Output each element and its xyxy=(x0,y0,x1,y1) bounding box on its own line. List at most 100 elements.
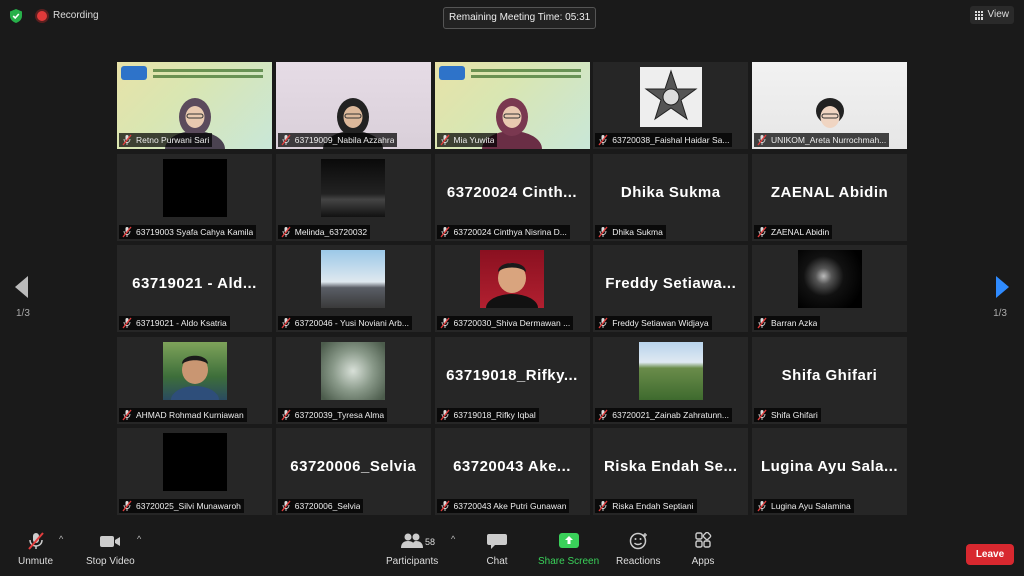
share-screen-button[interactable]: Share Screen xyxy=(538,532,599,567)
participant-name-label: 63719003 Syafa Cahya Kamila xyxy=(136,226,254,237)
muted-microphone-icon xyxy=(757,226,767,237)
participant-tile[interactable]: 63719003 Syafa Cahya Kamila xyxy=(117,153,272,241)
participants-options-caret-icon[interactable]: ^ xyxy=(451,534,455,544)
participant-tile[interactable]: 63719018_Rifky... 63719018_Rifky Iqbal xyxy=(434,336,590,424)
muted-microphone-icon xyxy=(598,409,608,420)
participant-nameplate: Dhika Sukma xyxy=(595,224,666,239)
profile-picture xyxy=(638,341,703,400)
participant-name-label: 63720046 - Yusi Noviani Arb... xyxy=(294,318,409,328)
muted-microphone-icon xyxy=(757,134,767,146)
participant-tile[interactable]: AHMAD Rohmad Kurniawan xyxy=(117,336,272,424)
participant-tile[interactable]: 63720046 - Yusi Noviani Arb... xyxy=(275,245,431,332)
apps-label: Apps xyxy=(691,556,715,567)
profile-picture xyxy=(797,250,862,308)
unmute-label: Unmute xyxy=(18,556,54,567)
participant-nameplate: 63719018_Rifky Iqbal xyxy=(436,407,539,422)
participant-name-label: 63720039_Tyresa Alma xyxy=(294,409,385,420)
participant-tile[interactable]: Dhika Sukma Dhika Sukma xyxy=(593,153,749,241)
participant-nameplate: 63720046 - Yusi Noviani Arb... xyxy=(277,316,412,330)
participant-name-label: Riska Endah Septiani xyxy=(612,501,694,511)
muted-microphone-icon xyxy=(281,317,291,329)
participant-name-label: 63720043 Ake Putri Gunawan xyxy=(453,501,567,511)
participant-nameplate: Melinda_63720032 xyxy=(277,224,371,239)
stop-video-button[interactable]: Stop Video xyxy=(86,532,135,567)
participant-name-label: 63720021_Zainab Zahratunn... xyxy=(612,409,729,420)
participant-tile[interactable]: 63720021_Zainab Zahratunn... xyxy=(593,336,749,424)
participant-tile[interactable]: ZAENAL Abidin ZAENAL Abidin xyxy=(752,153,907,241)
participant-tile[interactable]: 63720024 Cinth... 63720024 Cinthya Nisrin… xyxy=(434,153,590,241)
leave-button[interactable]: Leave xyxy=(966,544,1014,565)
participant-nameplate: ZAENAL Abidin xyxy=(754,224,833,239)
reactions-label: Reactions xyxy=(616,556,661,567)
participants-label: Participants xyxy=(386,556,439,567)
participant-tile[interactable]: 63720030_Shiva Dermawan ... xyxy=(434,245,590,332)
participant-nameplate: 63720024 Cinthya Nisrina D... xyxy=(436,224,570,239)
participant-nameplate: Riska Endah Septiani xyxy=(595,499,697,513)
participant-tile[interactable]: Mia Yuwita xyxy=(434,62,590,149)
participant-tile[interactable]: 63720043 Ake... 63720043 Ake Putri Gunawa… xyxy=(434,428,590,515)
participant-nameplate: 63720038_Faishal Haidar Sa... xyxy=(595,133,733,147)
apps-button[interactable]: Apps xyxy=(691,532,715,567)
participant-nameplate: 63719021 - Aldo Ksatria xyxy=(119,316,230,330)
participant-tile[interactable]: Retno Purwani Sari xyxy=(117,62,272,149)
muted-microphone-icon xyxy=(439,226,450,237)
participant-nameplate: Mia Yuwita xyxy=(436,133,498,147)
participant-tile[interactable]: 63720006_Selvia 63720006_Selvia xyxy=(275,428,431,515)
participant-display-name: Shifa Ghifari xyxy=(781,366,878,384)
participant-tile[interactable]: Riska Endah Se... Riska Endah Septiani xyxy=(593,428,749,515)
next-page-arrow-icon[interactable] xyxy=(996,276,1009,298)
participant-nameplate: AHMAD Rohmad Kurniawan xyxy=(119,407,247,422)
participant-name-label: Mia Yuwita xyxy=(453,135,495,145)
recording-label[interactable]: Recording xyxy=(53,10,99,21)
participant-name-label: 63720038_Faishal Haidar Sa... xyxy=(612,135,730,145)
chat-button[interactable]: Chat xyxy=(485,532,509,567)
participant-tile[interactable]: 63720025_Silvi Munawaroh xyxy=(117,428,272,515)
page-indicator-left: 1/3 xyxy=(16,308,30,319)
muted-microphone-icon xyxy=(122,226,132,237)
participant-nameplate: 63719003 Syafa Cahya Kamila xyxy=(119,224,257,239)
participant-display-name: Riska Endah Se... xyxy=(603,458,738,475)
participant-tile[interactable]: Lugina Ayu Sala... Lugina Ayu Salamina xyxy=(752,428,907,515)
muted-microphone-icon xyxy=(598,226,608,237)
participants-count: 58 xyxy=(425,537,436,547)
muted-microphone-icon xyxy=(281,134,291,146)
participant-tile[interactable]: 63719009_Nabila Azzahra xyxy=(275,62,431,149)
participant-display-name: 63720006_Selvia xyxy=(290,458,417,475)
grid-view-icon xyxy=(974,10,984,20)
participant-tile[interactable]: UNIKOM_Areta Nurrochmah... xyxy=(752,62,907,149)
security-shield-icon[interactable] xyxy=(10,9,22,23)
participant-display-name: ZAENAL Abidin xyxy=(770,183,889,201)
participant-tile[interactable]: 63720039_Tyresa Alma xyxy=(275,336,431,424)
muted-microphone-icon xyxy=(598,317,608,329)
previous-page-arrow-icon[interactable] xyxy=(15,276,28,298)
unmute-button[interactable]: Unmute xyxy=(18,532,53,567)
participant-tile[interactable]: 63719021 - Ald... 63719021 - Aldo Ksatria xyxy=(117,245,272,332)
participant-name-label: 63720024 Cinthya Nisrina D... xyxy=(453,226,567,237)
participant-name-label: AHMAD Rohmad Kurniawan xyxy=(136,409,244,420)
view-button[interactable]: View xyxy=(969,6,1014,24)
participant-tile[interactable]: 63720038_Faishal Haidar Sa... xyxy=(593,62,749,149)
muted-microphone-icon xyxy=(598,134,608,146)
participant-tile[interactable]: Barran Azka xyxy=(752,245,907,332)
audio-options-caret-icon[interactable]: ^ xyxy=(59,534,63,544)
muted-microphone-icon xyxy=(598,500,608,512)
participant-display-name: 63720043 Ake... xyxy=(453,458,571,475)
participant-name-label: ZAENAL Abidin xyxy=(771,226,830,237)
reactions-button[interactable]: Reactions xyxy=(616,532,660,567)
video-camera-icon xyxy=(100,536,121,547)
profile-picture xyxy=(162,158,227,217)
participant-name-label: 63720025_Silvi Munawaroh xyxy=(136,501,241,511)
participant-tile[interactable]: Melinda_63720032 xyxy=(275,153,431,241)
participant-tile[interactable]: Shifa Ghifari Shifa Ghifari xyxy=(752,336,907,424)
participant-tile[interactable]: Freddy Setiawa... Freddy Setiawan Widjaya xyxy=(593,245,749,332)
participant-nameplate: 63720043 Ake Putri Gunawan xyxy=(436,499,570,513)
university-logo xyxy=(438,66,465,80)
participant-nameplate: Shifa Ghifari xyxy=(754,407,821,422)
video-options-caret-icon[interactable]: ^ xyxy=(137,534,141,544)
meeting-timer: Remaining Meeting Time: 05:31 xyxy=(443,7,597,29)
participant-nameplate: 63720030_Shiva Dermawan ... xyxy=(436,316,574,330)
participant-name-label: Shifa Ghifari xyxy=(771,409,818,420)
participants-icon xyxy=(401,533,424,548)
participant-display-name: Lugina Ayu Sala... xyxy=(760,458,899,475)
participant-name-label: 63720006_Selvia xyxy=(294,501,361,511)
